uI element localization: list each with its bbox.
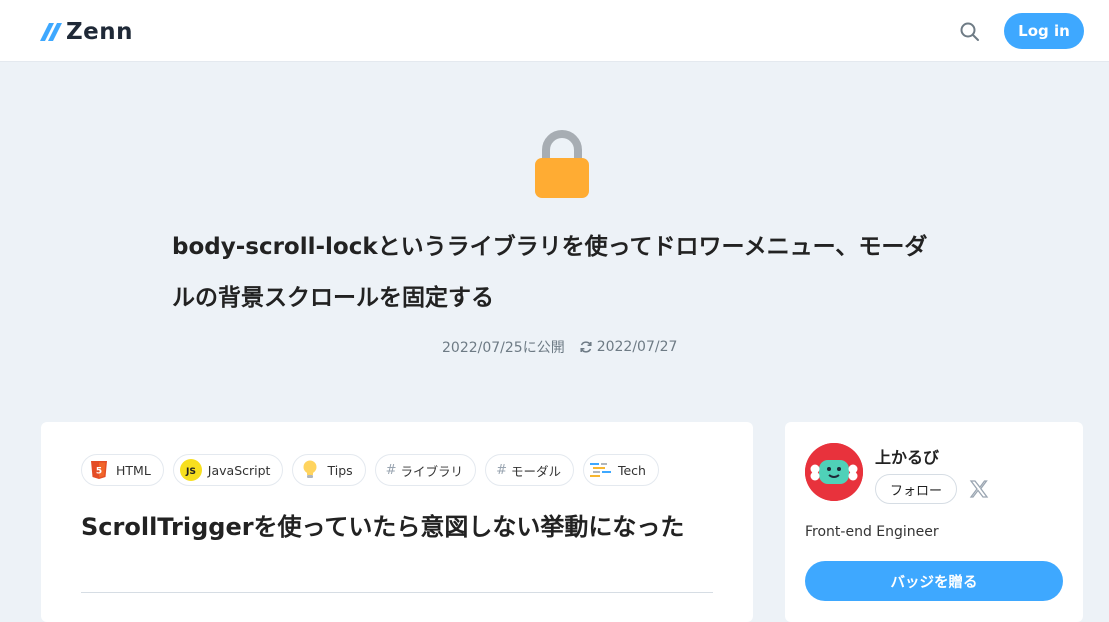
refresh-icon [580, 341, 592, 353]
tag-label: モーダル [510, 463, 561, 479]
author-avatar[interactable] [805, 443, 863, 501]
lock-icon [533, 128, 591, 200]
updated-date-group: 2022/07/27 [579, 339, 678, 355]
published-date: 2022/07/25に公開 [442, 340, 565, 356]
tag-label: ライブラリ [400, 463, 464, 479]
search-icon [960, 22, 979, 41]
javascript-icon: JS [179, 459, 202, 481]
updated-date: 2022/07/27 [596, 339, 678, 355]
article-dates: 2022/07/25に公開 2022/07/27 [442, 337, 677, 357]
tag-tips[interactable]: Tips [292, 454, 366, 486]
tech-icon [589, 459, 612, 481]
tag-label: JavaScript [207, 462, 271, 478]
zenn-logo[interactable]: Zenn [40, 18, 133, 46]
login-button[interactable]: Log in [1004, 13, 1084, 49]
tag-label: Tech [617, 462, 646, 478]
section-heading: ScrollTriggerを使っていたら意図しない挙動になった [81, 513, 685, 541]
tag-list: 5 HTML JS JavaScript Tips # ライブラリ # モーダル… [81, 454, 659, 486]
heading-divider [81, 592, 713, 593]
zenn-logo-icon [40, 23, 62, 41]
tag-label: Tips [327, 462, 353, 478]
svg-text:JS: JS [185, 466, 196, 477]
x-twitter-icon[interactable] [968, 478, 990, 500]
search-button[interactable] [958, 20, 982, 44]
author-card: 上かるび フォロー Front-end Engineer バッジを贈る [785, 422, 1083, 622]
author-name[interactable]: 上かるび [875, 444, 939, 468]
author-bio: Front-end Engineer [805, 524, 939, 540]
article-title: body-scroll-lockというライブラリを使ってドロワーメニュー、モーダ… [172, 234, 928, 311]
svg-text:5: 5 [96, 467, 102, 477]
logo-text: Zenn [66, 19, 134, 45]
follow-button[interactable]: フォロー [875, 474, 957, 504]
hash-icon: # [385, 462, 397, 478]
article-card: 5 HTML JS JavaScript Tips # ライブラリ # モーダル… [41, 422, 753, 622]
site-header: Zenn Log in [0, 0, 1109, 62]
tag-library[interactable]: # ライブラリ [374, 454, 477, 486]
tag-label: HTML [116, 462, 151, 478]
lightbulb-icon [299, 459, 321, 481]
tag-html[interactable]: 5 HTML [81, 454, 164, 486]
tag-javascript[interactable]: JS JavaScript [172, 454, 284, 486]
tag-modal[interactable]: # モーダル [485, 454, 574, 486]
send-badge-button[interactable]: バッジを贈る [805, 561, 1063, 601]
hash-icon: # [496, 462, 507, 478]
tag-tech[interactable]: Tech [582, 454, 659, 486]
html5-icon: 5 [88, 459, 110, 481]
